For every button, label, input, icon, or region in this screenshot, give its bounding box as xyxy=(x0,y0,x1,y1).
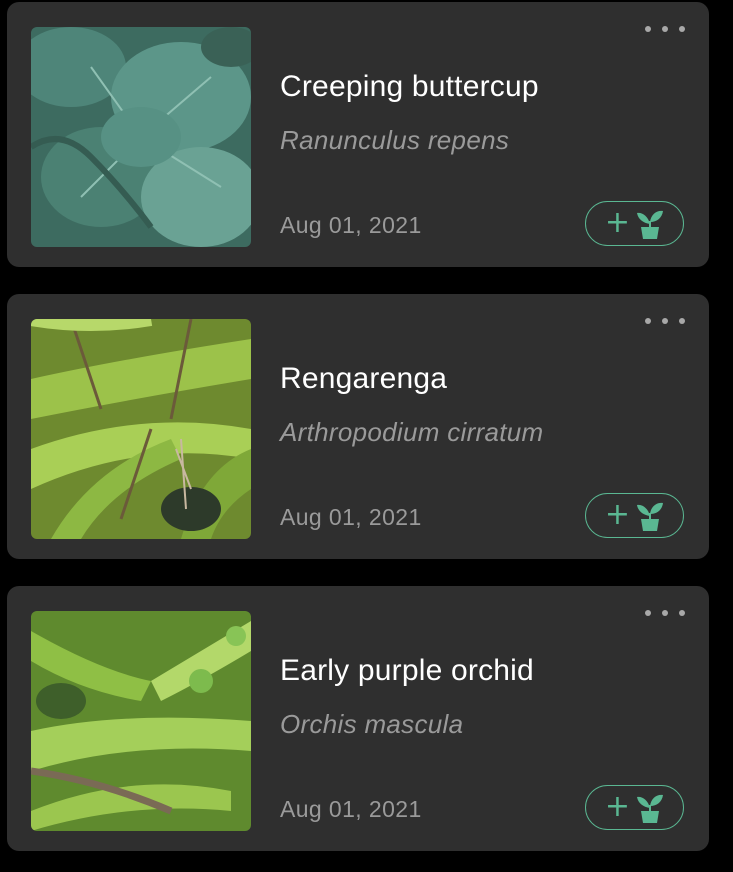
plant-photo[interactable] xyxy=(31,27,251,247)
common-name: Rengarenga xyxy=(280,362,448,395)
add-to-garden-button[interactable]: + xyxy=(585,201,684,246)
potted-plant-icon xyxy=(636,792,664,824)
potted-plant-icon xyxy=(636,208,664,240)
plant-photo[interactable] xyxy=(31,611,251,831)
plus-icon: + xyxy=(604,204,631,240)
add-to-garden-button[interactable]: + xyxy=(585,493,684,538)
common-name: Creeping buttercup xyxy=(280,70,539,103)
more-dots-icon[interactable] xyxy=(645,18,685,40)
potted-plant-icon xyxy=(636,500,664,532)
scientific-name: Arthropodium cirratum xyxy=(280,417,544,447)
plus-icon: + xyxy=(604,788,631,824)
date-label: Aug 01, 2021 xyxy=(280,796,422,822)
plus-icon: + xyxy=(604,496,631,532)
scientific-name: Orchis mascula xyxy=(280,709,464,739)
plant-card[interactable]: Early purple orchid Orchis mascula Aug 0… xyxy=(7,586,709,851)
add-to-garden-button[interactable]: + xyxy=(585,785,684,830)
common-name: Early purple orchid xyxy=(280,654,534,687)
plant-card[interactable]: Rengarenga Arthropodium cirratum Aug 01,… xyxy=(7,294,709,559)
plant-history-list: Creeping buttercup Ranunculus repens Aug… xyxy=(0,0,733,872)
scientific-name: Ranunculus repens xyxy=(280,125,510,155)
plant-card[interactable]: Creeping buttercup Ranunculus repens Aug… xyxy=(7,2,709,267)
more-dots-icon[interactable] xyxy=(645,310,685,332)
more-dots-icon[interactable] xyxy=(645,602,685,624)
date-label: Aug 01, 2021 xyxy=(280,212,422,238)
plant-photo[interactable] xyxy=(31,319,251,539)
date-label: Aug 01, 2021 xyxy=(280,504,422,530)
